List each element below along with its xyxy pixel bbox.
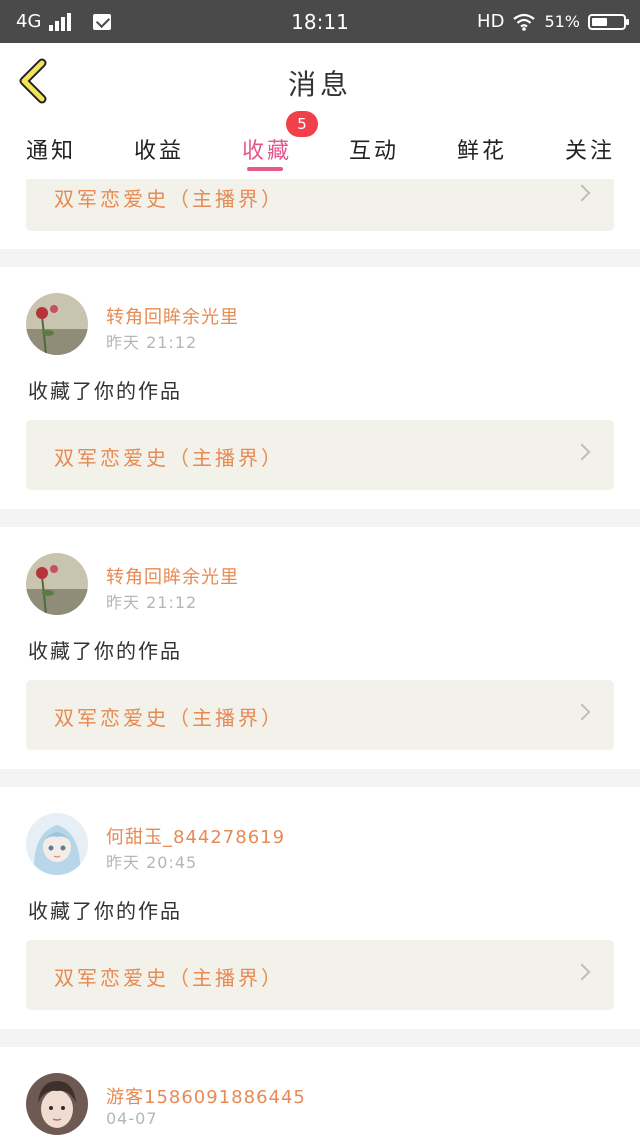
chevron-right-icon — [573, 703, 591, 721]
tab-favorites[interactable]: 收藏 — [242, 133, 292, 165]
tab-bar: 通知 收益 收藏 互动 鲜花 关注 — [0, 121, 640, 179]
list-item: 转角回眸余光里 昨天 21:12 收藏了你的作品 双军恋爱史（主播界） — [0, 267, 640, 509]
status-right: HD 51% — [477, 11, 629, 32]
work-title: 双军恋爱史（主播界） — [54, 706, 284, 730]
avatar[interactable] — [26, 553, 88, 615]
timestamp: 昨天 21:12 — [106, 333, 198, 352]
avatar[interactable] — [26, 813, 88, 875]
work-title: 双军恋爱史（主播界） — [54, 966, 284, 990]
status-bar: 4G 18:11 HD 51% — [0, 0, 640, 43]
username[interactable]: 转角回眸余光里 — [106, 563, 239, 589]
page-title: 消息 — [287, 68, 352, 101]
list-item: 游客1586091886445 04-07 — [0, 1047, 640, 1138]
tab-follows[interactable]: 关注 — [565, 133, 615, 165]
battery-level — [592, 17, 607, 26]
timestamp: 04-07 — [106, 1109, 158, 1128]
tab-interactions[interactable]: 互动 — [349, 133, 399, 165]
message-text: 收藏了你的作品 — [28, 899, 182, 923]
battery-icon — [588, 13, 629, 30]
list-item: 转角回眸余光里 昨天 21:12 收藏了你的作品 双军恋爱史（主播界） — [0, 527, 640, 769]
tab-earnings[interactable]: 收益 — [134, 133, 184, 165]
favorites-list: 双军恋爱史（主播界） 转角回眸余光里 昨天 21:12 收藏了你的作品 双军恋爱… — [0, 179, 640, 1138]
avatar[interactable] — [26, 293, 88, 355]
active-tab-indicator — [247, 167, 283, 171]
favorites-count-badge: 5 — [286, 111, 318, 137]
username[interactable]: 何甜玉_844278619 — [106, 823, 285, 849]
work-link[interactable]: 双军恋爱史（主播界） — [26, 680, 614, 750]
username[interactable]: 转角回眸余光里 — [106, 303, 239, 329]
nav-bar: 消息 — [0, 43, 640, 122]
chevron-right-icon — [573, 184, 591, 202]
avatar[interactable] — [26, 1073, 88, 1135]
message-text: 收藏了你的作品 — [28, 639, 182, 663]
message-text: 收藏了你的作品 — [28, 379, 182, 403]
wifi-icon — [513, 13, 536, 31]
timestamp: 昨天 21:12 — [106, 593, 198, 612]
work-link[interactable]: 双军恋爱史（主播界） — [26, 420, 614, 490]
chevron-right-icon — [573, 443, 591, 461]
battery-percent: 51% — [544, 12, 580, 31]
work-link[interactable]: 双军恋爱史（主播界） — [26, 179, 614, 231]
tab-notifications[interactable]: 通知 — [26, 133, 76, 165]
list-item: 何甜玉_844278619 昨天 20:45 收藏了你的作品 双军恋爱史（主播界… — [0, 787, 640, 1029]
work-title: 双军恋爱史（主播界） — [54, 446, 284, 470]
tab-flowers[interactable]: 鲜花 — [457, 133, 507, 165]
username[interactable]: 游客1586091886445 — [106, 1083, 306, 1109]
hd-indicator: HD — [477, 11, 505, 32]
timestamp: 昨天 20:45 — [106, 853, 198, 872]
list-item: 双军恋爱史（主播界） — [0, 179, 640, 249]
chevron-right-icon — [573, 963, 591, 981]
work-link[interactable]: 双军恋爱史（主播界） — [26, 940, 614, 1010]
work-title: 双军恋爱史（主播界） — [54, 187, 284, 211]
